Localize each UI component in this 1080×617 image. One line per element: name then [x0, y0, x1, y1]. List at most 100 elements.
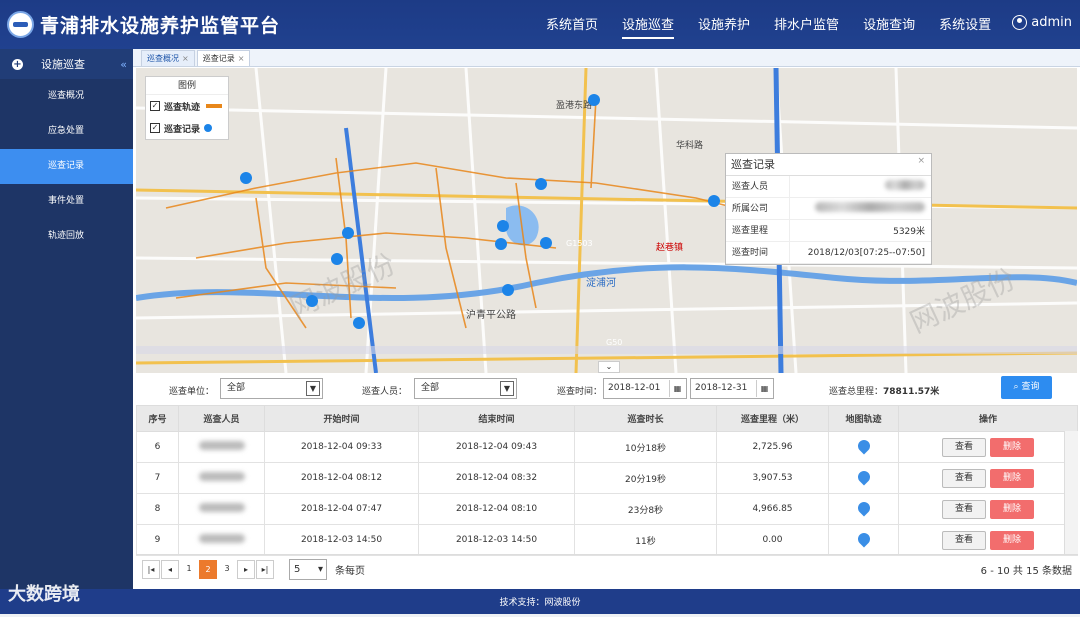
last-page-icon[interactable]: ▸|	[256, 560, 274, 579]
tab-records[interactable]: 巡查记录 ×	[196, 50, 251, 66]
sidebar-title: 设施巡查	[41, 58, 85, 71]
page-3[interactable]: 3	[218, 560, 236, 579]
close-icon[interactable]: ×	[917, 156, 925, 166]
checkbox-icon[interactable]: ✓	[150, 123, 160, 133]
user-icon	[1012, 15, 1028, 30]
top-header: 青浦排水设施养护监管平台 系统首页 设施巡查 设施养护 排水户监管 设施查询 系…	[0, 0, 1080, 49]
nav-settings[interactable]: 系统设置	[927, 0, 1003, 49]
popup-row: 所属公司	[726, 197, 931, 220]
sidebar: + 设施巡查 « 巡查概况 应急处置 巡查记录 事件处置 轨迹回放	[0, 49, 133, 589]
chevron-down-icon: ▾	[317, 564, 323, 575]
map-canvas: 沪青平公路 盈港东路 华科路 赵巷镇 G50 G1503 淀浦河 网波股份 网波…	[136, 68, 1077, 373]
chevron-down-icon: ▼	[306, 381, 320, 396]
tab-bar: 巡查概况 × 巡查记录 ×	[133, 49, 1080, 67]
svg-text:华科路: 华科路	[676, 139, 703, 151]
map-pin-icon[interactable]	[855, 530, 872, 547]
unit-select[interactable]: 全部 ▼	[220, 378, 323, 399]
sidebar-item-emergency[interactable]: 应急处置	[0, 114, 133, 149]
page-2[interactable]: 2	[199, 560, 217, 579]
delete-button[interactable]: 删除	[990, 437, 1034, 457]
first-page-icon[interactable]: |◂	[142, 560, 160, 579]
calendar-icon: ▦	[756, 380, 772, 397]
app-title: 青浦排水设施养护监管平台	[40, 15, 281, 37]
table-row: 8 2018-12-04 07:47 2018-12-04 08:10 23分8秒 4…	[136, 493, 1078, 525]
view-button[interactable]: 查看	[942, 530, 986, 550]
map-pin-icon[interactable]	[855, 437, 872, 454]
page-summary: 6 - 10 共 15 条数据	[980, 566, 1072, 577]
redacted-name	[198, 472, 245, 481]
sidebar-item-records[interactable]: 巡查记录	[0, 149, 133, 184]
sidebar-item-playback[interactable]: 轨迹回放	[0, 219, 133, 254]
popup-row: 巡查人员	[726, 175, 931, 198]
person-label: 巡查人员：	[362, 387, 408, 397]
table-header: 序号 巡查人员 开始时间 结束时间 巡查时长 巡查里程（米） 地图轨迹 操作	[136, 405, 1078, 432]
nav-home[interactable]: 系统首页	[534, 0, 610, 49]
nav-discharger[interactable]: 排水户监管	[762, 0, 851, 49]
table-row: 9 2018-12-03 14:50 2018-12-03 14:50 11秒 0.0…	[136, 524, 1078, 556]
filter-bar: 巡查单位： 全部 ▼ 巡查人员： 全部 ▼ 巡查时间： 2018-12-01 ▦ 20…	[133, 373, 1080, 405]
page-1[interactable]: 1	[180, 560, 198, 579]
nav-maintenance[interactable]: 设施养护	[686, 0, 762, 49]
legend-record[interactable]: ✓ 巡查记录	[146, 117, 228, 139]
redacted-value	[885, 180, 925, 190]
delete-button[interactable]: 删除	[990, 468, 1034, 488]
corner-watermark: 大数跨境	[8, 584, 80, 605]
collapse-map-button[interactable]: ⌄	[598, 361, 620, 373]
view-button[interactable]: 查看	[942, 468, 986, 488]
close-icon[interactable]: ×	[182, 54, 189, 63]
prev-page-icon[interactable]: ◂	[161, 560, 179, 579]
popup-row: 巡查里程 5329米	[726, 219, 931, 242]
record-popup: 巡查记录 × 巡查人员 所属公司 巡查里程 5329米 巡查时间 2018/12/0…	[725, 153, 932, 265]
view-button[interactable]: 查看	[942, 499, 986, 519]
delete-button[interactable]: 删除	[990, 499, 1034, 519]
map-pin-icon[interactable]	[855, 468, 872, 485]
per-page-select[interactable]: 5 ▾	[289, 559, 327, 580]
svg-text:淀浦河: 淀浦河	[586, 276, 616, 289]
user-menu[interactable]: admin	[1012, 15, 1072, 30]
module-icon: +	[12, 58, 23, 70]
svg-text:盈港东路: 盈港东路	[556, 99, 592, 111]
track-swatch	[206, 104, 223, 108]
svg-text:赵巷镇: 赵巷镇	[656, 241, 683, 253]
table-scrollbar[interactable]	[1064, 431, 1078, 555]
unit-label: 巡查单位：	[169, 387, 215, 397]
close-icon[interactable]: ×	[238, 54, 245, 63]
svg-text:G50: G50	[606, 338, 622, 347]
records-table: 序号 巡查人员 开始时间 结束时间 巡查时长 巡查里程（米） 地图轨迹 操作 6…	[136, 405, 1078, 556]
redacted-name	[198, 441, 245, 450]
per-page-label: 条每页	[335, 566, 365, 577]
table-row: 6 2018-12-04 09:33 2018-12-04 09:43 10分18秒…	[136, 431, 1078, 463]
time-label: 巡查时间：	[557, 387, 603, 397]
end-date-input[interactable]: 2018-12-31 ▦	[690, 378, 774, 399]
pagination: |◂ ◂ 1 2 3 ▸ ▸| 5 ▾ 条每页 6 - 10 共 15 条数据	[136, 554, 1078, 584]
start-date-input[interactable]: 2018-12-01 ▦	[603, 378, 687, 399]
redacted-name	[198, 503, 245, 512]
next-page-icon[interactable]: ▸	[237, 560, 255, 579]
map-legend: 图例 ✓ 巡查轨迹 ✓ 巡查记录	[145, 76, 229, 140]
sidebar-item-events[interactable]: 事件处置	[0, 184, 133, 219]
checkbox-icon[interactable]: ✓	[150, 101, 160, 111]
redacted-name	[198, 534, 245, 543]
tab-overview[interactable]: 巡查概况 ×	[141, 50, 195, 66]
map-view[interactable]: 沪青平公路 盈港东路 华科路 赵巷镇 G50 G1503 淀浦河 网波股份 网波…	[136, 68, 1077, 373]
map-pin-icon[interactable]	[855, 499, 872, 516]
legend-track[interactable]: ✓ 巡查轨迹	[146, 95, 228, 117]
redacted-value	[815, 202, 925, 212]
view-button[interactable]: 查看	[942, 437, 986, 457]
legend-title: 图例	[146, 77, 228, 95]
top-nav: 系统首页 设施巡查 设施养护 排水户监管 设施查询 系统设置	[534, 0, 1003, 49]
calendar-icon: ▦	[669, 380, 685, 397]
sidebar-item-overview[interactable]: 巡查概况	[0, 79, 133, 114]
svg-text:沪青平公路: 沪青平公路	[466, 308, 516, 321]
chevron-down-icon: ▼	[500, 381, 514, 396]
nav-query[interactable]: 设施查询	[851, 0, 927, 49]
sidebar-header: + 设施巡查 «	[0, 49, 133, 79]
person-select[interactable]: 全部 ▼	[414, 378, 517, 399]
total-label: 巡查总里程：78811.57米	[829, 387, 940, 397]
nav-inspection[interactable]: 设施巡查	[610, 0, 686, 49]
delete-button[interactable]: 删除	[990, 530, 1034, 550]
popup-title: 巡查记录	[726, 154, 931, 176]
query-button[interactable]: ⌕ 查询	[1001, 376, 1052, 399]
map-pin-icon	[204, 124, 213, 132]
collapse-icon[interactable]: «	[120, 58, 127, 71]
